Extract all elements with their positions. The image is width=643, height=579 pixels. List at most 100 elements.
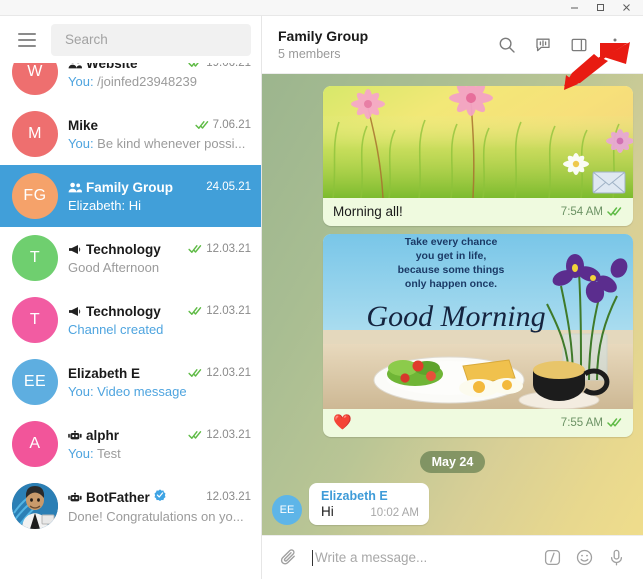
window-title-bar [0, 0, 643, 16]
chat-timestamp: 12.03.21 [206, 429, 251, 441]
svg-text:because some things: because some things [398, 264, 505, 276]
avatar[interactable]: A [12, 421, 58, 467]
chat-preview-prefix: You: [68, 383, 98, 399]
chat-name: Technology [86, 303, 161, 319]
read-receipt-icon [188, 430, 203, 440]
message-composer: Write a message... [262, 535, 643, 579]
chat-title-wrap: Technology [68, 304, 182, 319]
chat-title-wrap: Family Group [68, 180, 200, 195]
read-receipt-icon [607, 417, 623, 428]
chat-list-item[interactable]: Aalphr 12.03.21 You: Test [0, 413, 261, 475]
avatar[interactable] [12, 483, 58, 529]
group-icon [68, 63, 82, 69]
chat-list-item-top-line: Website 19.06.21 [68, 63, 251, 71]
chat-name: BotFather [86, 489, 150, 505]
chat-list-item[interactable]: EE Elizabeth E 12.03.21 You: Video message [0, 351, 261, 413]
avatar[interactable]: T [12, 297, 58, 343]
read-receipt-icon [188, 368, 203, 378]
message-bubble-outgoing[interactable]: Morning all! 7:54 AM [323, 86, 633, 226]
chat-list-item[interactable]: T Technology 12.03.21 Channel created [0, 289, 261, 351]
smiley-icon[interactable] [569, 543, 599, 573]
window-body: Search W Website 19.06.21 You: /joinfed2394… [0, 16, 643, 579]
chat-list-item-meta: 12.03.21 [188, 243, 251, 255]
chat-list-item-top-line: BotFather 12.03.21 [68, 488, 251, 506]
reaction-heart-icon[interactable]: ❤️ [333, 415, 352, 430]
chat-list[interactable]: W Website 19.06.21 You: /joinfed23948239 M Mi… [0, 63, 261, 579]
avatar[interactable]: FG [12, 173, 58, 219]
message-scroll: Morning all! 7:54 AM Take every chance y… [262, 74, 643, 535]
search-icon[interactable] [491, 29, 523, 61]
chat-list-item[interactable]: M Mike 7.06.21 You: Be kind whenever possi.… [0, 103, 261, 165]
microphone-icon[interactable] [601, 543, 631, 573]
chat-list-item-body: Mike 7.06.21 You: Be kind whenever possi..… [68, 118, 251, 151]
maximize-icon[interactable] [587, 0, 613, 15]
avatar[interactable]: EE [12, 359, 58, 405]
svg-text:only happen once.: only happen once. [405, 278, 497, 290]
chat-timestamp: 24.05.21 [206, 181, 251, 193]
paperclip-icon[interactable] [274, 543, 304, 573]
date-divider: May 24 [419, 451, 486, 473]
hamburger-icon[interactable] [10, 23, 44, 57]
chat-list-item[interactable]: FG Family Group 24.05.21 Elizabeth: Hi [0, 165, 261, 227]
chat-list-item[interactable]: BotFather 12.03.21 Done! Congratulations o… [0, 475, 261, 537]
search-placeholder: Search [65, 32, 108, 47]
chat-preview: Elizabeth: Hi [68, 197, 141, 213]
chat-preview-text: /joinfed23948239 [97, 73, 197, 89]
message-time: 7:54 AM [560, 205, 603, 218]
chat-title-wrap: alphr [68, 428, 182, 443]
avatar[interactable]: M [12, 111, 58, 157]
more-menu-icon[interactable] [599, 29, 631, 61]
chat-list-item-top-line: Technology 12.03.21 [68, 242, 251, 257]
chat-preview-text: Be kind whenever possi... [97, 135, 246, 151]
message-row-incoming[interactable]: EE Elizabeth E Hi 10:02 AM [272, 483, 429, 525]
bot-icon [68, 492, 82, 503]
chat-list-item[interactable]: W Website 19.06.21 You: /joinfed23948239 [0, 63, 261, 103]
chat-list-item-meta: 12.03.21 [188, 429, 251, 441]
panel-icon[interactable] [563, 29, 595, 61]
chat-name: Family Group [86, 179, 174, 195]
message-input[interactable]: Write a message... [306, 549, 535, 566]
chat-preview: You: Test [68, 446, 251, 461]
chat-preview-text: Test [96, 445, 121, 461]
chat-list-item-meta: 7.06.21 [195, 119, 251, 131]
chat-header: Family Group 5 members [262, 16, 643, 74]
chat-list-item[interactable]: T Technology 12.03.21 Good Afternoon [0, 227, 261, 289]
message-bubble-outgoing[interactable]: Take every chance you get in life, becau… [323, 234, 633, 437]
flowers-meadow-photo [323, 86, 633, 198]
chat-preview-prefix: You: [68, 73, 98, 89]
avatar[interactable]: EE [272, 495, 302, 525]
chat-list-item-body: Family Group 24.05.21 Elizabeth: Hi [68, 180, 251, 213]
chat-preview: Done! Congratulations on yo... [68, 509, 244, 524]
chat-preview-prefix: You: [68, 445, 97, 461]
chat-title-wrap: Website [68, 63, 182, 71]
svg-text:Take every chance: Take every chance [405, 236, 498, 248]
chat-timestamp: 19.06.21 [206, 63, 251, 69]
svg-text:you get in life,: you get in life, [416, 250, 487, 262]
slash-command-icon[interactable] [537, 543, 567, 573]
chat-preview: Channel created [68, 321, 164, 337]
chat-preview: You: /joinfed23948239 [68, 74, 251, 89]
message-area[interactable]: Morning all! 7:54 AM Take every chance y… [262, 74, 643, 535]
chat-preview-text: Video message [97, 383, 187, 399]
chat-preview: Good Afternoon [68, 259, 160, 275]
message-bubble-incoming[interactable]: Elizabeth E Hi 10:02 AM [309, 483, 429, 525]
message-time: 10:02 AM [370, 507, 419, 519]
avatar[interactable]: W [12, 63, 58, 95]
chat-timestamp: 7.06.21 [212, 119, 251, 131]
svg-text:Good Morning: Good Morning [366, 300, 545, 333]
search-input[interactable]: Search [51, 23, 251, 56]
close-icon[interactable] [613, 0, 639, 15]
chat-preview: You: Be kind whenever possi... [68, 136, 251, 151]
chat-list-item-top-line: Mike 7.06.21 [68, 118, 251, 133]
chat-list-item-body: Technology 12.03.21 Channel created [68, 304, 251, 337]
chat-preview: You: Video message [68, 384, 251, 399]
chat-name: Technology [86, 241, 161, 257]
voice-chat-icon[interactable] [527, 29, 559, 61]
chat-preview-prefix: You: [68, 135, 98, 151]
chat-panel: Family Group 5 members Morning all! 7:54… [262, 16, 643, 579]
avatar[interactable]: T [12, 235, 58, 281]
chat-header-titles[interactable]: Family Group 5 members [278, 28, 491, 61]
chat-member-count: 5 members [278, 47, 341, 61]
minimize-icon[interactable] [561, 0, 587, 15]
chat-title-wrap: BotFather [68, 488, 200, 506]
